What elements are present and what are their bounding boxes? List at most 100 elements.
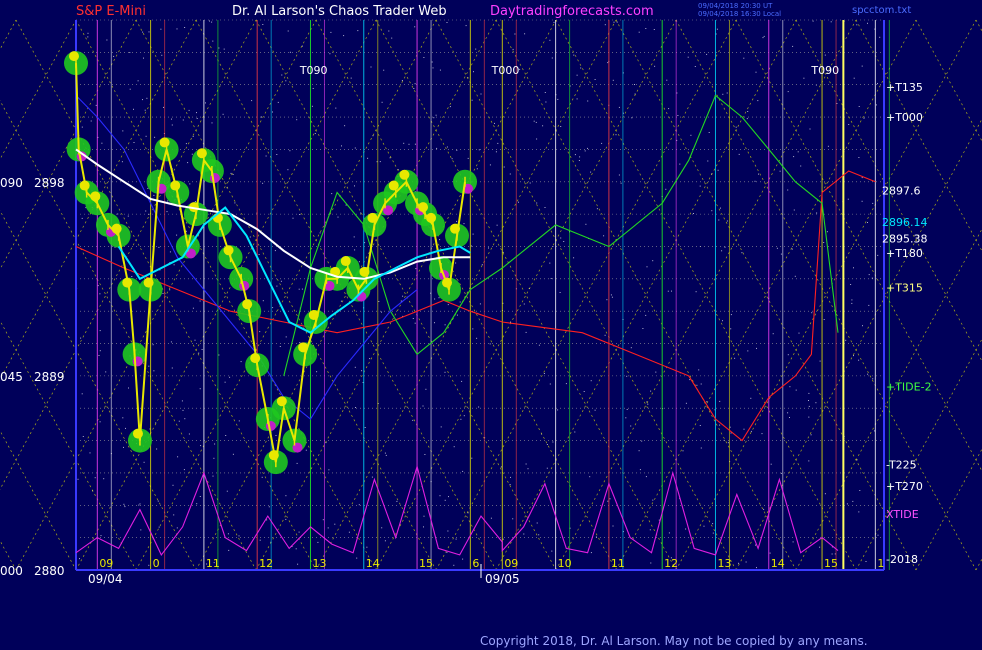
x-tick-label: 6 [472,557,479,570]
texture-dot [816,212,818,214]
texture-dot [133,142,135,143]
texture-dot [811,312,813,314]
texture-dot [453,446,455,448]
x-tick-label: 14 [366,557,380,570]
texture-dot [536,522,538,524]
texture-dot [414,143,416,145]
texture-dot [808,405,810,407]
texture-dot [181,400,183,402]
texture-dot [755,544,756,546]
texture-dot [685,528,687,530]
texture-dot [285,495,287,497]
texture-dot [218,354,220,356]
texture-dot [794,275,796,277]
texture-dot [432,67,434,69]
texture-dot [191,153,193,155]
texture-dot [439,495,441,497]
texture-dot [287,169,289,171]
texture-dot [488,247,489,249]
texture-dot [868,304,870,306]
texture-dot [721,250,723,252]
texture-dot [638,450,640,452]
texture-dot [238,420,240,422]
texture-dot [103,478,105,480]
texture-dot [408,143,410,145]
texture-dot [214,443,216,445]
texture-dot [867,222,868,223]
texture-dot [413,88,415,89]
texture-dot [268,506,270,508]
texture-dot [172,484,174,486]
texture-dot [148,564,150,566]
texture-dot [212,475,214,477]
y-tick-label: 2889 [34,370,65,384]
texture-dot [792,541,794,543]
texture-dot [462,558,464,560]
texture-dot [712,523,714,525]
texture-dot [538,344,540,346]
texture-dot [852,500,854,502]
texture-dot [456,220,458,222]
texture-dot [370,66,372,68]
texture-dot [476,168,478,170]
texture-dot [311,105,313,107]
texture-dot [261,476,263,478]
texture-dot [544,207,546,208]
texture-dot [281,74,283,76]
texture-dot [448,496,449,498]
texture-dot [298,531,300,533]
texture-dot [850,284,852,285]
x-tick-label: 11 [206,557,220,570]
texture-dot [875,104,877,106]
texture-dot [194,201,196,202]
texture-dot [754,180,756,182]
texture-dot [573,54,575,56]
texture-dot [201,349,203,350]
texture-dot [606,299,608,301]
texture-dot [199,300,201,302]
texture-dot [695,291,697,293]
texture-dot [251,100,253,102]
texture-dot [312,88,314,89]
texture-dot [853,355,854,357]
texture-dot [80,337,82,339]
texture-dot [166,211,168,213]
texture-dot [590,380,592,382]
texture-dot [162,293,164,294]
texture-dot [720,207,721,209]
texture-dot [650,562,652,564]
texture-dot [122,417,124,419]
texture-dot [763,508,765,510]
yellow-dot [399,169,410,180]
texture-dot [475,48,477,50]
texture-dot [211,122,213,124]
texture-dot [389,157,391,159]
texture-dot [212,40,214,42]
texture-dot [354,147,356,149]
texture-dot [706,401,708,403]
texture-dot [652,499,654,501]
texture-dot [412,419,414,421]
texture-dot [152,344,154,346]
texture-dot [780,253,782,255]
yellow-dot [340,256,351,267]
texture-dot [121,161,123,163]
texture-dot [867,22,868,24]
texture-dot [301,288,303,290]
site-link[interactable]: Daytradingforecasts.com [490,4,654,19]
texture-dot [227,533,229,535]
texture-dot [99,330,101,332]
texture-dot [763,35,765,37]
texture-dot [292,217,294,219]
texture-dot [679,163,681,165]
harmonic-label: XTIDE [886,508,919,521]
texture-dot [101,142,103,144]
texture-dot [205,102,206,104]
texture-dot [603,235,605,237]
texture-dot [625,417,627,419]
texture-dot [170,341,172,343]
price-level-label: 2896.14 [882,216,928,229]
texture-dot [579,156,581,158]
x-tick-label: 13 [717,557,731,570]
texture-dot [613,21,615,23]
